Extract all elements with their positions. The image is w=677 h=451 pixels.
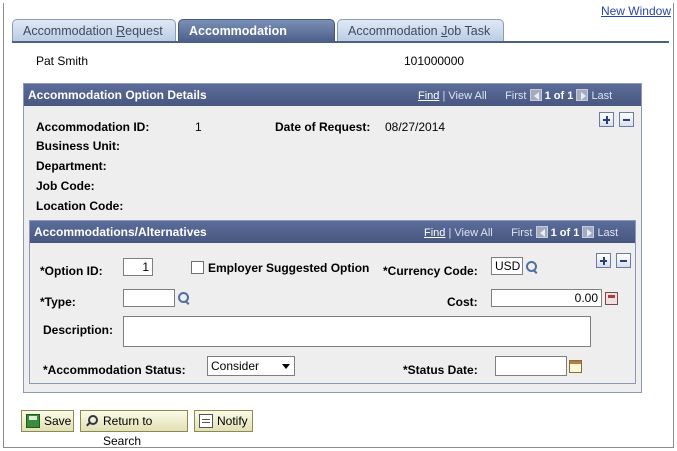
row-count: 1 of 1 xyxy=(550,227,580,239)
view-all-link[interactable]: View All xyxy=(454,227,492,239)
next-arrow-icon[interactable] xyxy=(582,226,595,238)
accommodation-option-details: Accommodation Option Details Find | View… xyxy=(23,83,642,393)
notify-icon xyxy=(199,414,213,428)
first-label: First xyxy=(505,90,527,102)
details-header: Accommodation Option Details Find | View… xyxy=(24,84,641,106)
type-lookup-icon[interactable] xyxy=(178,292,190,304)
add-row-icon[interactable] xyxy=(599,112,614,127)
add-row-icon[interactable] xyxy=(596,253,611,268)
new-window-link[interactable]: New Window xyxy=(601,4,671,18)
nav-separator: | xyxy=(448,227,452,239)
tab-label: ob Task xyxy=(447,24,491,38)
notify-button[interactable]: Notify xyxy=(194,410,253,432)
last-label: Last xyxy=(597,227,619,239)
tab-accommodation-job-task[interactable]: Accommodation Job Task xyxy=(337,19,504,42)
tab-label: Accommodation xyxy=(348,24,442,38)
employer-suggested-label: Employer Suggested Option xyxy=(208,261,370,275)
details-title: Accommodation Option Details xyxy=(28,88,207,102)
search-icon xyxy=(85,414,99,428)
previous-arrow-icon[interactable] xyxy=(529,89,542,101)
alternatives-title: Accommodations/Alternatives xyxy=(34,225,207,239)
currency-code-input[interactable]: USD xyxy=(491,257,523,275)
chevron-down-icon xyxy=(282,364,290,369)
employee-name: Pat Smith xyxy=(36,54,89,68)
currency-code-label: *Currency Code: xyxy=(383,264,478,278)
currency-lookup-icon[interactable] xyxy=(526,261,538,273)
save-icon xyxy=(26,414,40,428)
last-label: Last xyxy=(591,90,613,102)
find-link[interactable]: Find xyxy=(424,227,445,239)
find-link[interactable]: Find xyxy=(418,90,439,102)
accommodation-status-select[interactable]: Consider xyxy=(207,356,295,376)
tab-accesskey: R xyxy=(116,24,126,38)
save-button[interactable]: Save xyxy=(21,410,74,432)
tab-accommodation-option[interactable]: Accommodation Option xyxy=(178,19,335,60)
description-label: Description: xyxy=(43,323,114,337)
status-date-label: *Status Date: xyxy=(403,363,478,377)
row-count: 1 of 1 xyxy=(544,90,574,102)
previous-arrow-icon[interactable] xyxy=(535,226,548,238)
date-of-request-value: 08/27/2014 xyxy=(385,120,446,134)
tab-accommodation-request[interactable]: Accommodation Request xyxy=(12,19,176,42)
return-to-search-button[interactable]: Return to Search xyxy=(80,410,188,448)
type-label: *Type: xyxy=(40,295,76,309)
employee-id: 101000000 xyxy=(404,54,465,68)
delete-row-icon[interactable] xyxy=(619,112,634,127)
accommodation-id-label: Accommodation ID: xyxy=(36,120,150,134)
accommodation-status-label: *Accommodation Status: xyxy=(43,363,186,377)
calendar-icon[interactable] xyxy=(569,360,582,373)
accommodations-alternatives: Accommodations/Alternatives Find | View … xyxy=(29,220,636,384)
next-arrow-icon[interactable] xyxy=(576,89,589,101)
type-input[interactable] xyxy=(123,289,175,307)
department-label: Department: xyxy=(36,159,107,173)
save-button-label: Save xyxy=(44,414,72,428)
first-label: First xyxy=(511,227,533,239)
employer-suggested-checkbox[interactable] xyxy=(191,261,204,274)
tab-label: equest xyxy=(125,24,163,38)
calculator-icon[interactable] xyxy=(605,292,618,305)
status-date-input[interactable] xyxy=(495,356,567,376)
alternatives-header: Accommodations/Alternatives Find | View … xyxy=(30,221,635,243)
view-all-link[interactable]: View All xyxy=(448,90,486,102)
details-nav: Find | View All First 1 of 1 Last xyxy=(418,89,612,102)
delete-row-icon[interactable] xyxy=(616,253,631,268)
option-id-label: *Option ID: xyxy=(40,264,103,278)
tab-underline xyxy=(12,41,669,43)
cost-input[interactable]: 0.00 xyxy=(491,289,602,307)
description-input[interactable] xyxy=(123,316,591,347)
option-id-input[interactable]: 1 xyxy=(123,258,153,276)
location-code-label: Location Code: xyxy=(36,199,124,213)
business-unit-label: Business Unit: xyxy=(36,139,121,153)
notify-button-label: Notify xyxy=(217,414,248,428)
nav-separator: | xyxy=(442,90,446,102)
accommodation-id-value: 1 xyxy=(195,120,202,134)
job-code-label: Job Code: xyxy=(36,179,95,193)
date-of-request-label: Date of Request: xyxy=(275,120,371,134)
alternatives-nav: Find | View All First 1 of 1 Last xyxy=(424,226,618,239)
accommodation-status-value: Consider xyxy=(211,359,260,373)
tab-label: Accommodation xyxy=(23,24,117,38)
cost-label: Cost: xyxy=(447,295,478,309)
